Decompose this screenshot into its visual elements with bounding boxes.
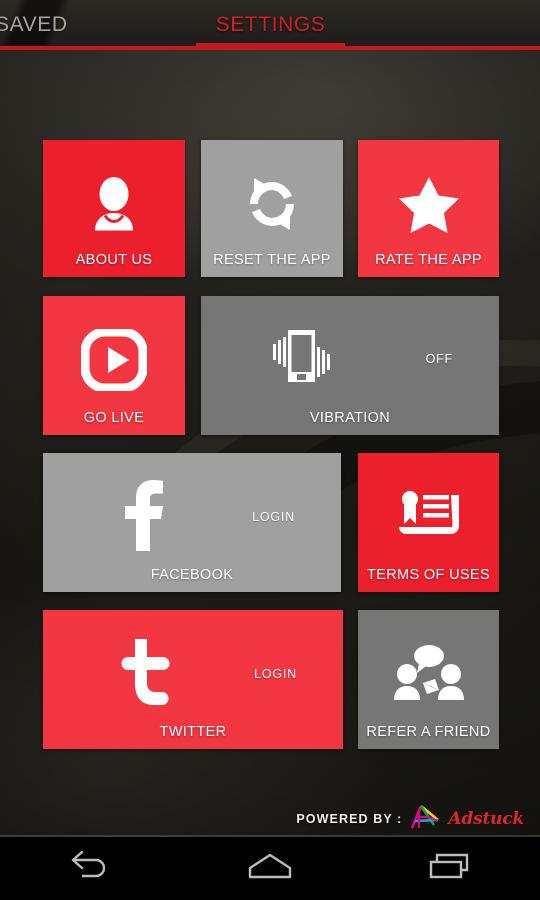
android-navigation-bar [0,837,540,900]
powered-by-label: POWERED BY : [296,812,403,826]
tile-go-live[interactable]: GO LIVE [43,296,185,435]
recents-button[interactable] [395,837,505,900]
recents-icon [427,851,473,886]
tile-reset-the-app[interactable]: RESET THE APP [201,140,343,277]
tile-vibration[interactable]: OFF VIBRATION [201,296,499,435]
tab-saved[interactable]: SAVED [0,13,68,37]
facebook-status: LOGIN [252,510,295,524]
star-icon [358,168,499,240]
tab-list: SAVED SETTINGS [0,0,540,46]
tile-twitter[interactable]: LOGIN TWITTER [43,610,343,749]
tile-rate-the-app[interactable]: RATE THE APP [358,140,499,277]
tile-label: TERMS OF USES [367,567,490,583]
back-icon [68,850,112,886]
vibrate-phone-icon [201,320,451,396]
tile-about-us[interactable]: ABOUT US [43,140,185,277]
home-button[interactable] [215,837,325,900]
tile-label: ABOUT US [75,252,153,268]
tile-label: RESET THE APP [213,252,331,268]
tile-facebook[interactable]: LOGIN FACEBOOK [43,453,341,592]
settings-tile-grid: ABOUT US RESET THE APP RATE THE APP GO L… [0,50,540,837]
brand-name: Adstuck [448,809,524,829]
vibration-status: OFF [425,352,453,366]
tile-refer-a-friend[interactable]: REFER A FRIEND [358,610,499,749]
tile-label: VIBRATION [309,410,391,426]
tile-label: RATE THE APP [375,252,482,268]
refer-friend-icon [358,638,499,710]
tab-bar: SAVED SETTINGS [0,0,540,50]
tile-label: GO LIVE [83,410,145,426]
twitter-status: LOGIN [254,667,297,681]
tab-settings[interactable]: SETTINGS [196,13,345,37]
play-video-icon [43,324,185,396]
tile-terms-of-uses[interactable]: TERMS OF USES [358,453,499,592]
home-icon [246,851,294,886]
adstuck-logo-icon [408,804,442,835]
refresh-icon [201,168,343,240]
tile-label: REFER A FRIEND [366,724,491,740]
tab-bar-baseline [0,46,540,50]
back-button[interactable] [35,837,145,900]
powered-by-footer: POWERED BY : Adstuck [296,804,524,835]
tile-label: FACEBOOK [150,567,234,583]
app-root: SAVED SETTINGS ABOUT US RESET THE APP RA… [0,0,540,900]
person-icon [43,168,185,240]
tile-label: TWITTER [159,724,227,740]
certificate-icon [358,481,499,553]
